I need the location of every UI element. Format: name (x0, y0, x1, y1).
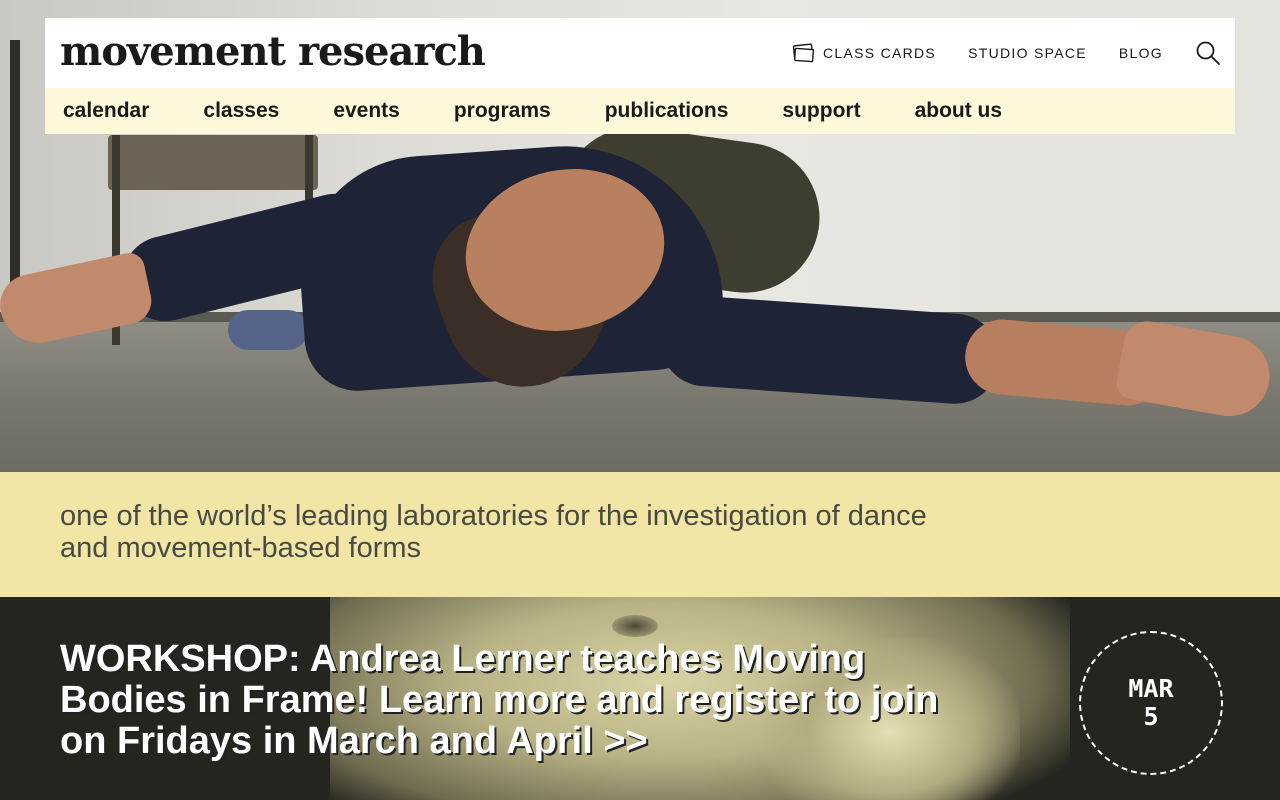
blog-link[interactable]: BLOG (1119, 45, 1163, 61)
utility-nav: CLASS CARDS STUDIO SPACE BLOG (791, 18, 1235, 88)
nav-calendar[interactable]: calendar (63, 99, 149, 123)
nav-classes[interactable]: classes (203, 99, 279, 123)
site-header: movement research CLASS CARDS STUDIO SPA… (45, 18, 1235, 134)
tagline-text: one of the world’s leading laboratories … (60, 500, 927, 564)
main-nav: calendar classes events programs publica… (45, 88, 1235, 134)
class-cards-icon (792, 43, 814, 63)
search-icon[interactable] (1195, 40, 1221, 66)
promo-headline-link[interactable]: WORKSHOP: Andrea Lerner teaches Moving B… (60, 639, 960, 762)
nav-support[interactable]: support (782, 99, 860, 123)
nav-events[interactable]: events (333, 99, 400, 123)
promo-background-image (612, 615, 658, 637)
date-day: 5 (1143, 702, 1159, 731)
nav-programs[interactable]: programs (454, 99, 551, 123)
class-cards-label: CLASS CARDS (822, 45, 937, 61)
tagline-section: one of the world’s leading laboratories … (0, 472, 1280, 597)
promo-banner[interactable]: WORKSHOP: Andrea Lerner teaches Moving B… (0, 597, 1280, 800)
studio-space-link[interactable]: STUDIO SPACE (968, 45, 1087, 61)
header-top-bar: movement research CLASS CARDS STUDIO SPA… (45, 18, 1235, 88)
hero-dancer-foot (228, 310, 308, 350)
date-badge: MAR 5 (1079, 631, 1223, 775)
class-cards-link[interactable]: CLASS CARDS (791, 43, 936, 63)
nav-publications[interactable]: publications (605, 99, 729, 123)
nav-about-us[interactable]: about us (915, 99, 1003, 123)
hero-chair (108, 135, 318, 190)
date-month: MAR (1128, 674, 1174, 703)
site-logo[interactable]: movement research (60, 28, 486, 75)
